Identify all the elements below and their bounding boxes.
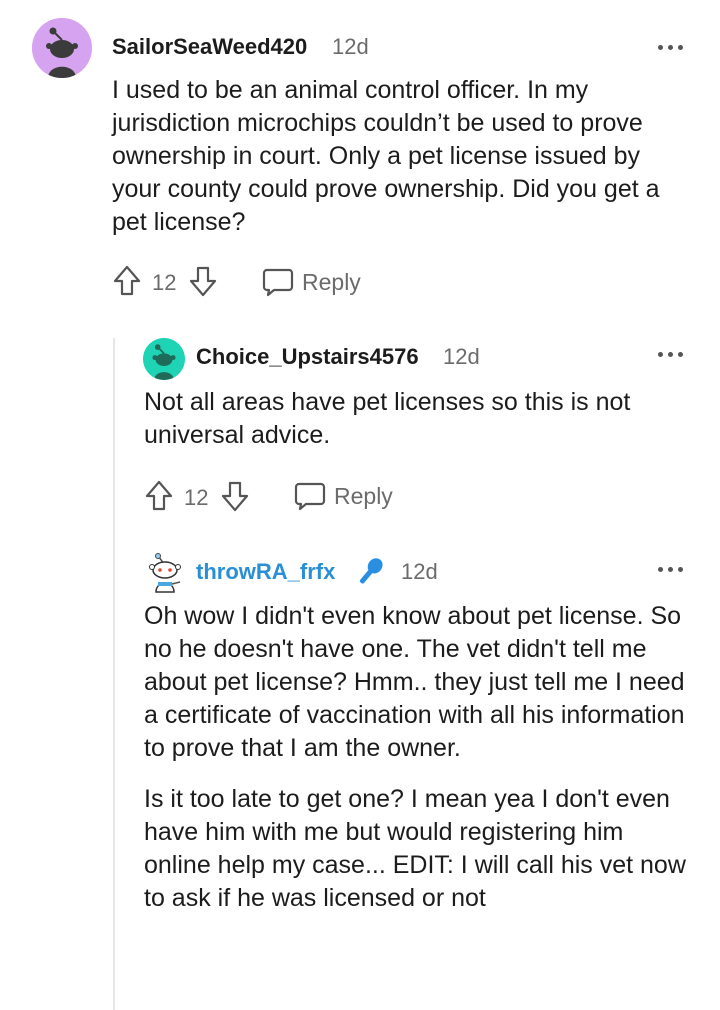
thread-line-level-1[interactable]	[113, 338, 115, 1010]
snoo-avatar-icon	[143, 338, 185, 380]
reply-bubble-icon	[262, 268, 294, 297]
comment-paragraph: Oh wow I didn't even know about pet lice…	[144, 602, 685, 762]
vote-count: 12	[184, 485, 209, 510]
avatar[interactable]	[32, 18, 92, 78]
username[interactable]: throwRA_frfx	[196, 558, 335, 586]
reply-button[interactable]: Reply	[294, 479, 404, 513]
vote-count: 12	[152, 270, 177, 295]
more-options-icon[interactable]	[658, 349, 688, 359]
downvote-icon[interactable]	[188, 264, 218, 298]
comment-body: Oh wow I didn't even know about pet lice…	[144, 600, 694, 915]
comment-body: I used to be an animal control officer. …	[112, 74, 692, 239]
more-options-icon[interactable]	[658, 564, 688, 574]
avatar[interactable]	[144, 552, 186, 594]
timestamp: 12d	[332, 34, 369, 59]
avatar[interactable]	[143, 338, 185, 380]
comment-paragraph: Not all areas have pet licenses so this …	[144, 388, 631, 449]
upvote-icon[interactable]	[144, 479, 174, 513]
more-options-icon[interactable]	[658, 42, 688, 52]
snoo-avatar-icon	[149, 553, 181, 593]
timestamp: 12d	[401, 559, 438, 584]
comment-paragraph: I used to be an animal control officer. …	[112, 76, 660, 236]
timestamp: 12d	[443, 344, 480, 369]
downvote-icon[interactable]	[220, 479, 250, 513]
comment-paragraph: Is it too late to get one? I mean yea I …	[144, 785, 686, 912]
reply-label: Reply	[334, 483, 393, 509]
reply-bubble-icon	[294, 482, 326, 511]
reply-button[interactable]: Reply	[262, 265, 372, 299]
comment-body: Not all areas have pet licenses so this …	[144, 386, 684, 452]
reply-label: Reply	[302, 269, 361, 295]
snoo-avatar-icon	[32, 18, 92, 78]
microphone-icon	[359, 558, 383, 584]
upvote-icon[interactable]	[112, 264, 142, 298]
username[interactable]: Choice_Upstairs4576	[196, 343, 419, 371]
username[interactable]: SailorSeaWeed420	[112, 33, 307, 61]
